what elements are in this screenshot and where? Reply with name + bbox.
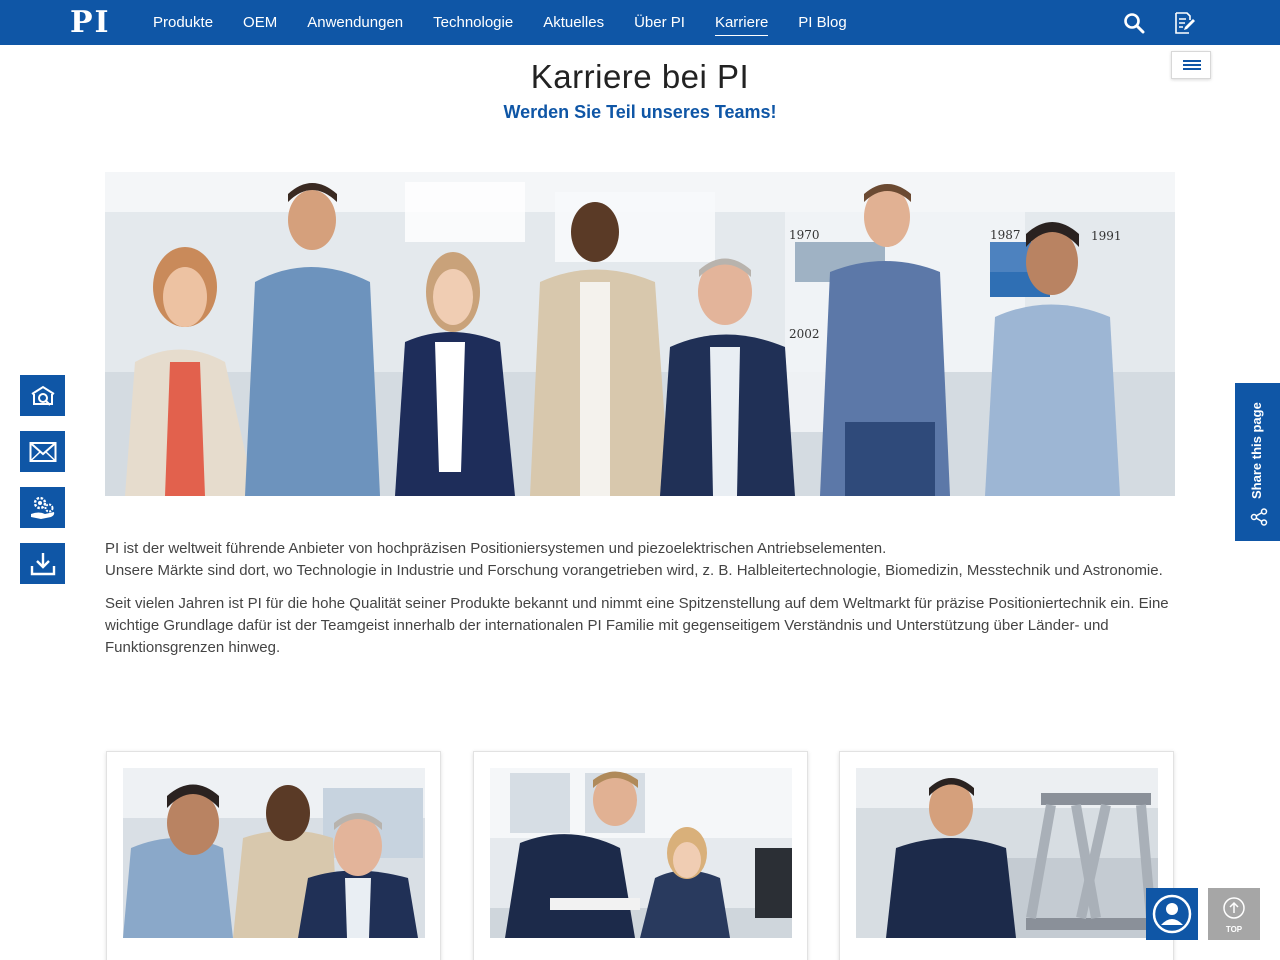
nav-item-technologie[interactable]: Technologie: [418, 0, 528, 45]
share-label: Share this page: [1249, 402, 1264, 499]
intro-text: PI ist der weltweit führende Anbieter vo…: [105, 538, 1175, 670]
download-button[interactable]: [20, 543, 65, 584]
intro-paragraph: PI ist der weltweit führende Anbieter vo…: [105, 538, 1175, 582]
edit-document-icon[interactable]: [1172, 11, 1196, 35]
nav-item-oem[interactable]: OEM: [228, 0, 292, 45]
intro-line: Unsere Märkte sind dort, wo Technologie …: [105, 562, 1163, 579]
career-card[interactable]: [106, 751, 441, 960]
year-label: 1991: [1091, 229, 1122, 243]
page-subtitle: Werden Sie Teil unseres Teams!: [503, 102, 777, 122]
nav-item-pi-blog[interactable]: PI Blog: [783, 0, 861, 45]
nav-item-produkte[interactable]: Produkte: [138, 0, 228, 45]
year-label: 1970: [789, 228, 820, 242]
product-finder-icon: [30, 385, 55, 406]
nav-item-anwendungen[interactable]: Anwendungen: [292, 0, 418, 45]
engineer-with-hexapod-photo: [856, 768, 1158, 938]
card-image: [123, 768, 425, 938]
nav-item-aktuelles[interactable]: Aktuelles: [528, 0, 619, 45]
page-title: Karriere bei PI: [530, 58, 750, 95]
intro-paragraph: Seit vielen Jahren ist PI für die hohe Q…: [105, 595, 1169, 656]
nav-item-ueber-pi[interactable]: Über PI: [619, 0, 700, 45]
nav-item-karriere[interactable]: Karriere: [700, 0, 783, 45]
engineers-at-desk-photo: [490, 768, 792, 938]
chat-button[interactable]: [1146, 888, 1198, 940]
card-image: [856, 768, 1158, 938]
back-to-top-button[interactable]: TOP: [1208, 888, 1260, 940]
top-navigation-bar: PI Produkte OEM Anwendungen Technologie …: [0, 0, 1280, 45]
share-nodes-icon: [1250, 508, 1268, 526]
search-icon[interactable]: [1122, 11, 1146, 35]
mail-icon: [29, 441, 56, 462]
career-card[interactable]: [839, 751, 1174, 960]
year-label: 1987: [990, 228, 1021, 242]
main-nav: Produkte OEM Anwendungen Technologie Akt…: [138, 0, 862, 45]
arrow-up-circle-icon: [1223, 897, 1245, 919]
year-label: 2002: [789, 327, 820, 341]
pi-logo[interactable]: PI: [70, 8, 111, 38]
card-image: [490, 768, 792, 938]
user-chat-icon: [1152, 894, 1192, 934]
service-button[interactable]: [20, 487, 65, 528]
three-colleagues-photo: [123, 768, 425, 938]
career-card[interactable]: [473, 751, 808, 960]
hero-team-photo: 1970 1987 1991 2002: [105, 172, 1175, 496]
top-label: TOP: [1225, 925, 1243, 934]
download-icon: [30, 552, 55, 575]
contact-mail-button[interactable]: [20, 431, 65, 472]
service-gear-icon: [30, 496, 54, 519]
hero-illustration: 1970 1987 1991 2002: [105, 172, 1175, 496]
product-finder-button[interactable]: [20, 375, 65, 416]
share-page-tab[interactable]: Share this page: [1235, 383, 1280, 541]
intro-line: PI ist der weltweit führende Anbieter vo…: [105, 540, 887, 557]
